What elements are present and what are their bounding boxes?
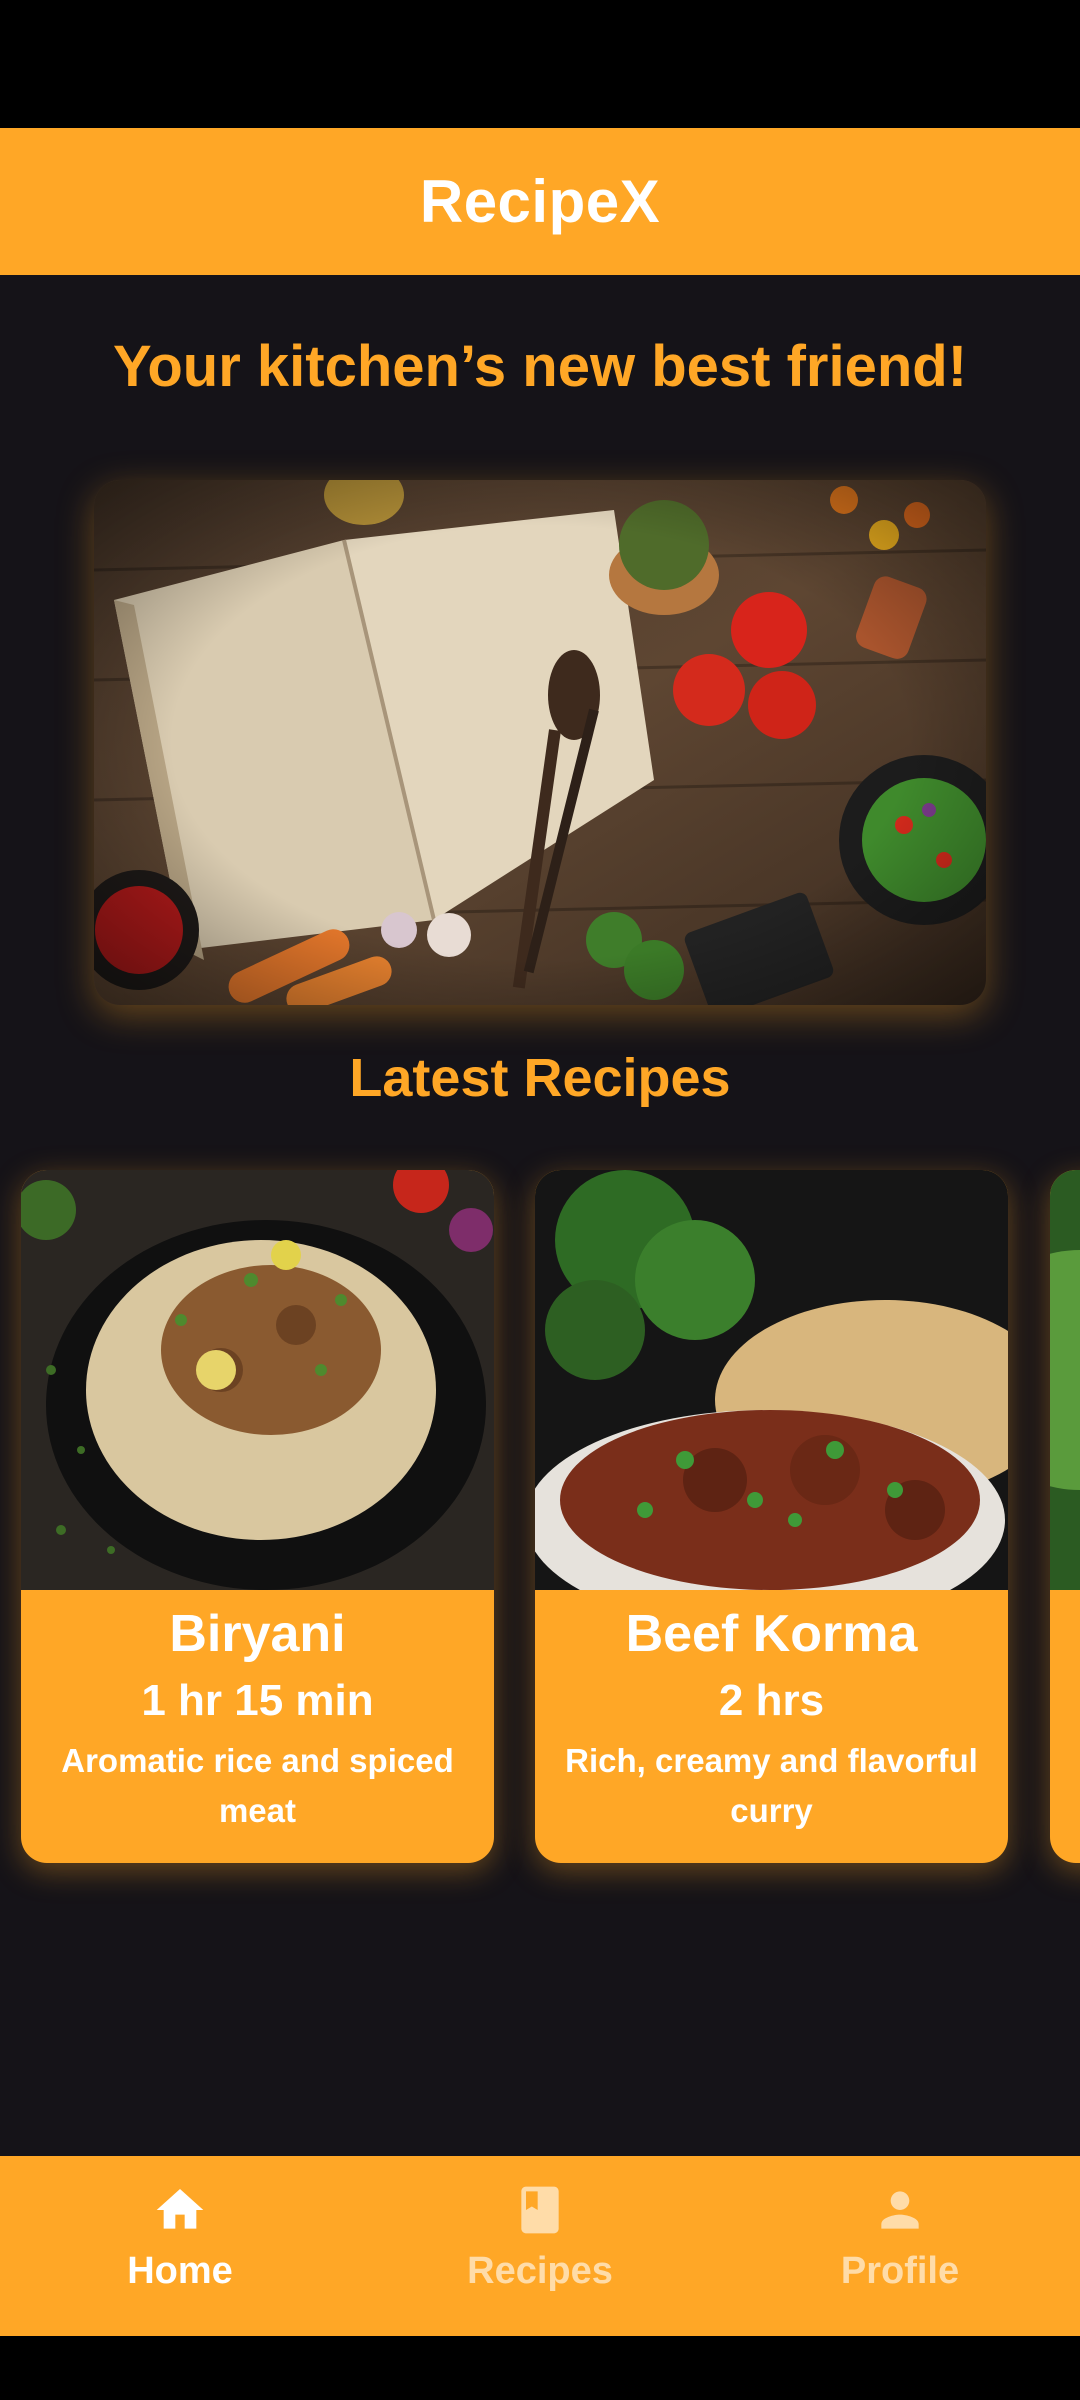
tagline: Your kitchen’s new best friend! — [112, 334, 968, 399]
recipe-time: 2 hrs — [718, 1676, 825, 1725]
status-bar — [0, 0, 1080, 128]
recipe-description: Rich, creamy and flavorful curry — [565, 1742, 978, 1829]
home-icon — [156, 2189, 204, 2229]
nav-profile[interactable]: Profile — [720, 2156, 1080, 2336]
home-screen: Your kitchen’s new best friend! Latest R… — [0, 275, 1080, 2156]
recipe-image-next — [1050, 1170, 1080, 1590]
app-bar: RecipeX — [0, 128, 1080, 275]
book-icon — [521, 2186, 559, 2234]
bottom-navigation: Home Recipes Profile — [0, 2156, 1080, 2336]
recipe-card-beef-korma[interactable]: Beef Korma 2 hrs Rich, creamy and flavor… — [535, 1170, 1008, 1863]
recipe-description: Aromatic rice and spiced meat — [61, 1742, 454, 1829]
nav-label: Home — [127, 2250, 233, 2292]
recipe-carousel[interactable]: Biryani 1 hr 15 min Aromatic rice and sp… — [0, 1170, 1080, 1890]
recipe-card-biryani[interactable]: Biryani 1 hr 15 min Aromatic rice and sp… — [21, 1170, 494, 1863]
recipe-info: Beef Korma 2 hrs Rich, creamy and flavor… — [535, 1590, 1008, 1863]
nav-home[interactable]: Home — [0, 2156, 360, 2336]
recipe-image-biryani — [21, 1170, 494, 1590]
system-navigation-bar — [0, 2336, 1080, 2400]
latest-recipes-title: Latest Recipes — [349, 1048, 731, 1108]
recipe-time: 1 hr 15 min — [141, 1676, 374, 1725]
hero-image — [94, 480, 986, 1005]
recipe-title: Biryani — [169, 1605, 346, 1663]
nav-recipes[interactable]: Recipes — [360, 2156, 720, 2336]
recipe-image-beef-korma — [535, 1170, 1008, 1590]
recipe-title: Beef Korma — [625, 1605, 918, 1663]
app-title: RecipeX — [419, 168, 661, 235]
person-icon — [881, 2191, 919, 2229]
recipe-info: Biryani 1 hr 15 min Aromatic rice and sp… — [21, 1590, 494, 1863]
recipe-card-next[interactable] — [1050, 1170, 1080, 1863]
nav-label: Profile — [840, 2250, 960, 2292]
nav-label: Recipes — [467, 2250, 613, 2292]
